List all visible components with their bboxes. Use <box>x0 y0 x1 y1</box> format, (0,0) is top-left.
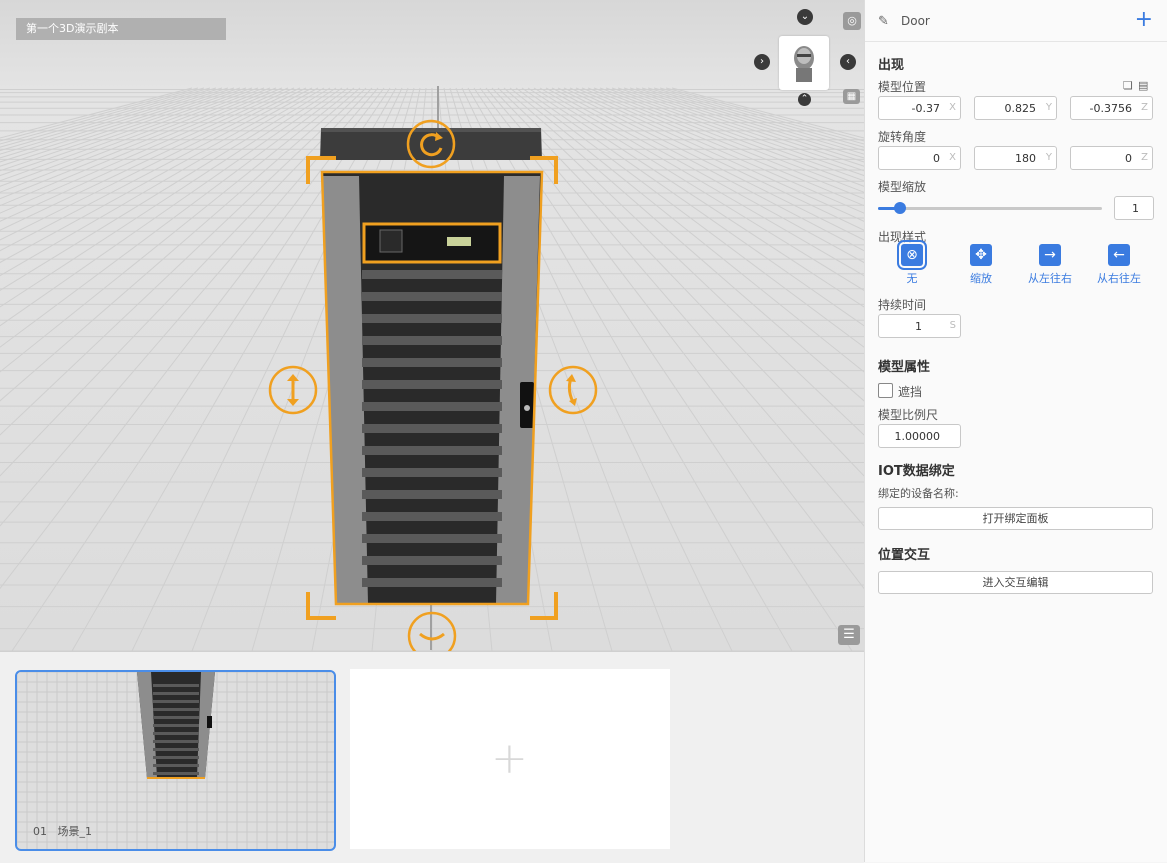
properties-panel: ✎ Door + 出现 模型位置 ❏ ▤ -0.37 X 0.825 Y -0.37… <box>864 0 1167 862</box>
add-scene-button[interactable]: + <box>350 669 670 849</box>
plus-icon: + <box>491 733 528 784</box>
position-x-input[interactable]: -0.37 X <box>878 96 961 120</box>
style-option-left-to-right[interactable]: → 从左往右 <box>1020 244 1080 286</box>
panel-header: ✎ Door + <box>865 0 1167 42</box>
close-circle-icon: ⊗ <box>897 240 927 270</box>
appear-section-title: 出现 <box>878 58 905 73</box>
scene-title: 第一个3D演示剧本 <box>16 18 226 40</box>
3d-viewport[interactable]: 第一个3D演示剧本 ⌄ ◎ › ‹ ⌃ ▦ ☰ <box>0 0 864 651</box>
move-vertical-gizmo-icon[interactable] <box>267 364 319 416</box>
list-icon[interactable]: ☰ <box>838 625 860 645</box>
open-binding-panel-button[interactable]: 打开绑定面板 <box>878 507 1153 530</box>
position-y-input[interactable]: 0.825 Y <box>974 96 1057 120</box>
interaction-section-title: 位置交互 <box>878 548 931 563</box>
style-option-right-to-left[interactable]: ← 从右往左 <box>1089 244 1149 286</box>
chevron-down-icon[interactable]: ⌄ <box>797 9 813 25</box>
rotation-z-input[interactable]: 0Z <box>1070 146 1153 170</box>
scene-thumbnail[interactable]: 01 场景_1 <box>15 670 336 851</box>
paste-icon[interactable]: ▤ <box>1138 79 1148 92</box>
ratio-input[interactable]: 1.00000 <box>878 424 961 448</box>
rotate-gizmo-icon[interactable] <box>405 118 459 172</box>
rotation-label: 旋转角度 <box>878 130 927 144</box>
duration-input[interactable]: 1S <box>878 314 961 338</box>
position-label: 模型位置 <box>878 80 927 94</box>
occlusion-label: 遮挡 <box>898 385 923 399</box>
scene-index: 01 <box>33 825 47 838</box>
style-option-none[interactable]: ⊗ 无 <box>882 240 942 286</box>
scale-slider[interactable] <box>878 202 1102 214</box>
scale-slider-handle[interactable] <box>894 202 907 214</box>
style-option-label: 无 <box>906 272 918 285</box>
rotate-horizontal-gizmo-icon[interactable] <box>406 610 458 651</box>
edit-pencil-icon[interactable]: ✎ <box>878 14 889 29</box>
appear-style-label: 出现样式 <box>878 230 927 244</box>
head-icon <box>794 46 814 82</box>
add-icon[interactable]: + <box>1135 6 1153 34</box>
rotation-x-input[interactable]: 0X <box>878 146 961 170</box>
copy-icon[interactable]: ❏ <box>1123 79 1133 92</box>
duration-label: 持续时间 <box>878 298 927 312</box>
arrow-right-icon: → <box>1039 244 1061 266</box>
scene-caption: 01 场景_1 <box>33 823 92 839</box>
view-orientation-avatar[interactable] <box>779 36 829 90</box>
iot-section-title: IOT数据绑定 <box>878 464 955 479</box>
scene-name: 场景_1 <box>57 825 93 838</box>
tilt-gizmo-icon[interactable] <box>547 364 599 416</box>
cabinet-model[interactable] <box>300 120 570 651</box>
scene-strip: 01 场景_1 + <box>0 651 864 863</box>
move-arrows-icon: ✥ <box>970 244 992 266</box>
chevron-right-icon[interactable]: › <box>754 54 770 70</box>
scale-input[interactable]: 1 <box>1114 196 1154 220</box>
object-name: Door <box>901 14 930 28</box>
grid-icon[interactable]: ▦ <box>843 89 860 104</box>
chevron-up-icon[interactable]: ⌃ <box>798 93 811 106</box>
style-option-label: 从左往右 <box>1028 272 1072 285</box>
device-name-label: 绑定的设备名称: <box>878 487 959 500</box>
enter-interaction-edit-button[interactable]: 进入交互编辑 <box>878 571 1153 594</box>
rotation-y-input[interactable]: 180 Y <box>974 146 1057 170</box>
scale-label: 模型缩放 <box>878 180 927 194</box>
style-option-label: 缩放 <box>970 272 992 285</box>
ratio-label: 模型比例尺 <box>878 408 939 422</box>
arrow-left-icon: ← <box>1108 244 1130 266</box>
target-icon[interactable]: ◎ <box>843 12 861 30</box>
chevron-left-icon[interactable]: ‹ <box>840 54 856 70</box>
model-props-section-title: 模型属性 <box>878 360 931 375</box>
position-z-input[interactable]: -0.3756 Z <box>1070 96 1153 120</box>
occlusion-checkbox[interactable] <box>878 383 893 398</box>
style-option-scale[interactable]: ✥ 缩放 <box>951 244 1011 286</box>
style-option-label: 从右往左 <box>1097 272 1141 285</box>
